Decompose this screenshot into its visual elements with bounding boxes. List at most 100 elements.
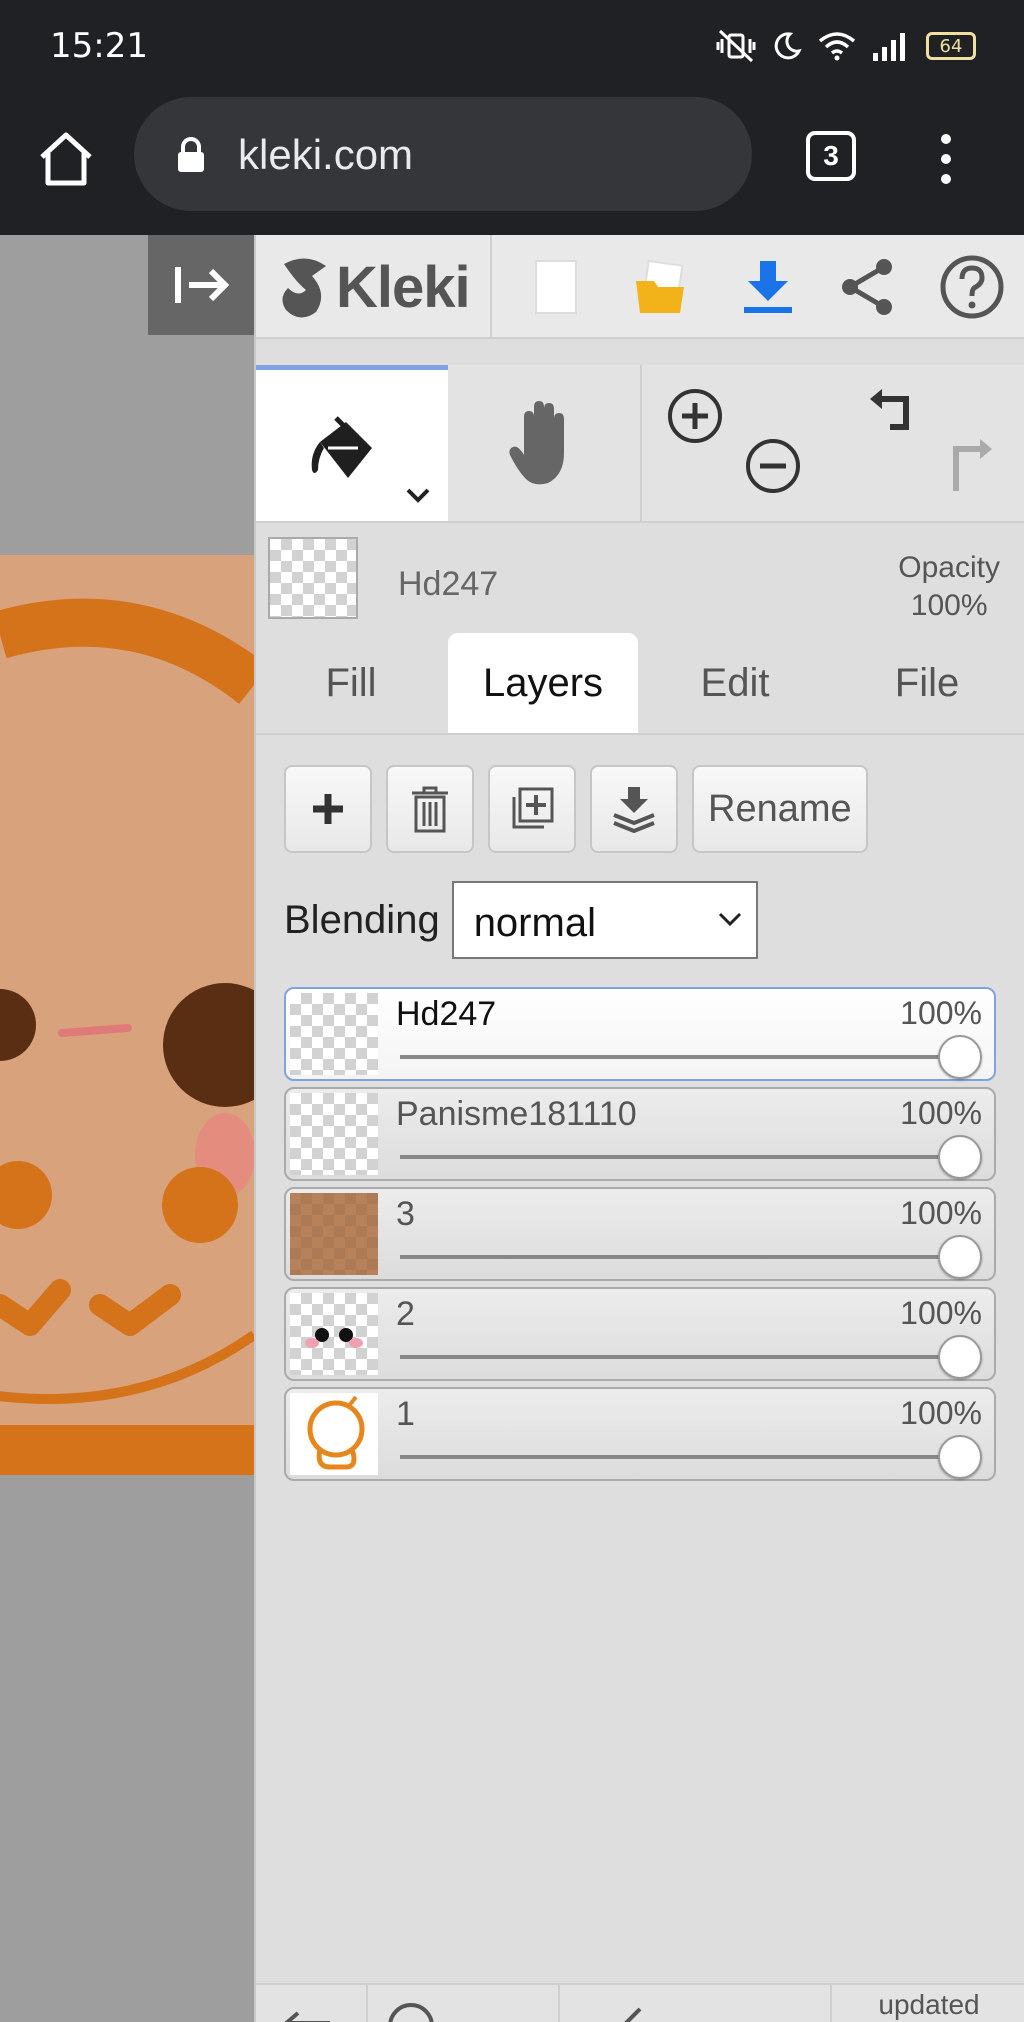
layer-list: Hd247 100% Panisme181110 100% 3 100% 2 1… <box>284 987 996 1487</box>
layer-opacity: 100% <box>900 1195 982 1231</box>
pencil-icon <box>624 2007 642 2022</box>
slider-knob[interactable] <box>938 1035 982 1079</box>
layer-name: 3 <box>396 1195 415 1233</box>
header-divider <box>490 235 492 337</box>
layer-opacity-slider[interactable] <box>400 1455 960 1459</box>
layer-actions: Rename <box>284 765 868 855</box>
opacity-label: Opacity <box>898 551 1000 584</box>
tab-fill[interactable]: Fill <box>256 633 446 733</box>
open-folder-icon[interactable] <box>624 249 700 325</box>
trash-icon <box>412 786 448 833</box>
duplicate-icon <box>512 787 554 829</box>
logo-text: Kleki <box>336 254 471 320</box>
collapse-panel-button[interactable] <box>148 235 254 335</box>
current-layer-info: Hd247 Opacity 100% <box>256 525 1024 635</box>
slider-knob[interactable] <box>938 1135 982 1179</box>
zoom-out-icon[interactable] <box>744 437 802 495</box>
opacity-value: 100% <box>910 589 988 622</box>
zoom-undo-group <box>640 365 1024 521</box>
layer-name: 1 <box>396 1395 415 1433</box>
layer-row[interactable]: Hd247 100% <box>284 987 996 1081</box>
share-icon[interactable] <box>830 249 906 325</box>
browser-toolbar: kleki.com 3 <box>0 95 1024 235</box>
layer-thumbnail <box>290 1093 378 1175</box>
layer-row[interactable]: Panisme181110 100% <box>284 1087 996 1181</box>
layer-name: Hd247 <box>396 995 497 1033</box>
drawing-canvas[interactable] <box>0 235 254 2022</box>
address-bar[interactable]: kleki.com <box>134 97 752 211</box>
hand-tool[interactable] <box>448 365 640 521</box>
wifi-icon <box>818 31 856 61</box>
blending-select[interactable]: normal <box>451 881 758 959</box>
arrow-left-icon <box>284 2011 330 2022</box>
hand-icon <box>509 401 564 485</box>
arrow-right-bar-icon <box>175 267 230 303</box>
slider-knob[interactable] <box>938 1435 982 1479</box>
help-circle-icon <box>388 2003 434 2022</box>
footer-updated: updated <box>878 1989 980 2020</box>
layer-thumbnail <box>290 1293 378 1375</box>
opacity-readout: Opacity 100% <box>898 549 1000 625</box>
vibrate-off-icon <box>716 29 756 63</box>
duplicate-layer-button[interactable] <box>488 765 576 853</box>
footer-help-button[interactable] <box>368 1985 560 2022</box>
add-layer-button[interactable] <box>284 765 372 853</box>
undo-icon[interactable] <box>866 387 924 445</box>
chevron-down-icon <box>406 488 430 503</box>
footer-feedback-button[interactable] <box>560 1985 832 2022</box>
layer-row[interactable]: 1 100% <box>284 1387 996 1481</box>
layer-row[interactable]: 2 100% <box>284 1287 996 1381</box>
chevron-down-icon <box>718 912 741 927</box>
tab-edit[interactable]: Edit <box>640 633 830 733</box>
status-time: 15:21 <box>50 26 148 66</box>
layer-name: 2 <box>396 1295 415 1333</box>
zoom-in-icon[interactable] <box>666 387 724 445</box>
paint-bucket-icon <box>311 416 372 478</box>
delete-layer-button[interactable] <box>386 765 474 853</box>
moon-icon <box>772 31 802 61</box>
layer-opacity-slider[interactable] <box>400 1355 960 1359</box>
slider-knob[interactable] <box>938 1235 982 1279</box>
layer-thumbnail <box>290 993 378 1075</box>
blending-value: normal <box>473 901 596 945</box>
tab-switcher-button[interactable]: 3 <box>806 131 856 181</box>
app-header: Kleki <box>256 235 1024 339</box>
merge-down-icon <box>613 787 655 833</box>
layer-opacity: 100% <box>900 1395 982 1431</box>
merge-down-button[interactable] <box>590 765 678 853</box>
layer-opacity-slider[interactable] <box>400 1055 960 1059</box>
battery-icon: 64 <box>926 32 976 60</box>
paint-bucket-tool[interactable] <box>256 365 448 521</box>
blending-label: Blending <box>284 897 440 942</box>
layer-thumbnail <box>290 1193 378 1275</box>
artwork-image <box>0 555 254 1475</box>
blending-row: Blending normal <box>284 880 758 960</box>
footer-back-button[interactable] <box>256 1985 368 2022</box>
status-bar: 15:21 64 <box>0 0 1024 95</box>
layer-thumbnail <box>290 1393 378 1475</box>
redo-icon[interactable] <box>938 437 996 495</box>
layer-opacity: 100% <box>900 1095 982 1131</box>
kleki-logo-icon <box>282 258 326 318</box>
signal-icon <box>872 31 910 61</box>
lock-icon <box>176 137 206 178</box>
browser-menu-icon[interactable] <box>928 129 964 189</box>
download-icon[interactable] <box>730 249 806 325</box>
layer-name: Panisme181110 <box>396 1095 637 1133</box>
layer-row[interactable]: 3 100% <box>284 1187 996 1281</box>
tool-row <box>256 365 1024 523</box>
help-icon[interactable] <box>934 249 1010 325</box>
rename-layer-button[interactable]: Rename <box>692 765 868 853</box>
url-text: kleki.com <box>238 131 414 178</box>
slider-knob[interactable] <box>938 1335 982 1379</box>
current-layer-thumbnail <box>268 537 358 619</box>
layer-opacity-slider[interactable] <box>400 1155 960 1159</box>
kleki-logo[interactable]: Kleki <box>276 249 471 325</box>
tools-panel: Kleki Hd247 Opacity 100% Fill Layers Edi… <box>254 235 1024 2022</box>
tab-file[interactable]: File <box>832 633 1022 733</box>
new-image-icon[interactable] <box>518 249 594 325</box>
home-icon[interactable] <box>34 127 98 191</box>
layer-opacity-slider[interactable] <box>400 1255 960 1259</box>
tab-layers[interactable]: Layers <box>448 633 638 733</box>
plus-icon <box>313 794 343 824</box>
